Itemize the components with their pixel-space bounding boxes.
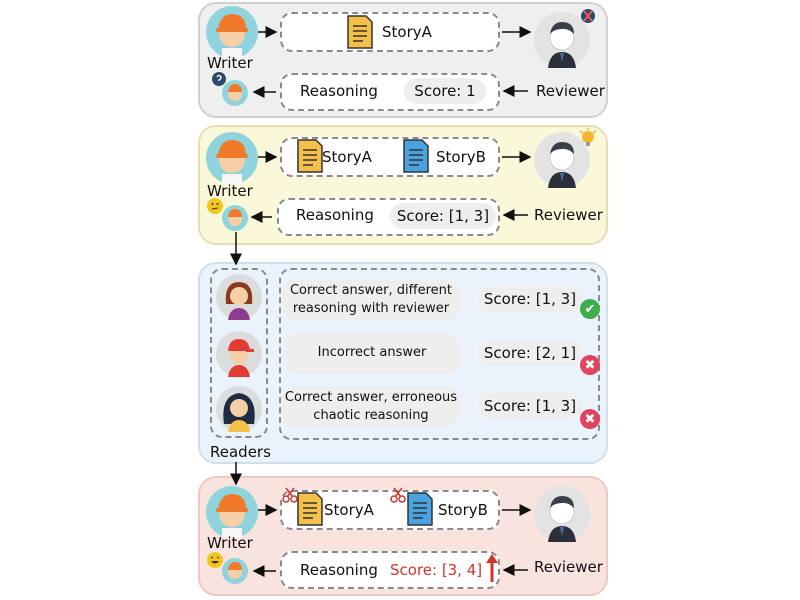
writer-avatar (206, 132, 258, 184)
reader-avatar (216, 331, 262, 377)
score-text-highlight: Score: [3, 4] (390, 561, 483, 579)
document-icon (407, 492, 433, 526)
reader-avatar (216, 274, 262, 320)
writer-avatar (206, 6, 258, 58)
writer-avatar (206, 486, 258, 538)
up-arrow-icon (486, 554, 498, 563)
document-icon (297, 139, 323, 173)
reader-avatar (216, 386, 262, 432)
document-icon (347, 15, 373, 49)
document-icon (403, 139, 429, 173)
connector-arrows (230, 26, 532, 582)
story-a-label: StoryA (322, 148, 372, 166)
readers-label: Readers (210, 443, 271, 461)
writer-label: Writer (207, 54, 253, 72)
scissors-icon (282, 487, 298, 503)
story-b-label: StoryB (438, 501, 488, 519)
question-bubble-icon (212, 72, 226, 86)
reviewer-avatar (534, 486, 590, 542)
writer-label: Writer (207, 182, 253, 200)
reviewer-label: Reviewer (536, 82, 605, 100)
reviewer-label: Reviewer (534, 558, 603, 576)
reasoning-label: Reasoning (296, 206, 374, 224)
thinking-emoji-icon (207, 198, 223, 214)
story-a-label: StoryA (382, 23, 432, 41)
lightbulb-icon (579, 128, 597, 146)
scissors-icon (390, 487, 406, 503)
reasoning-label: Reasoning (300, 82, 378, 100)
story-a-label: StoryA (324, 501, 374, 519)
writer-small-avatar (222, 205, 248, 231)
reviewer-label: Reviewer (534, 206, 603, 224)
confused-icon (581, 9, 595, 23)
writer-label: Writer (207, 534, 253, 552)
story-b-label: StoryB (436, 148, 486, 166)
reasoning-label: Reasoning (300, 561, 378, 579)
laughing-emoji-icon (207, 552, 223, 568)
document-icon (297, 492, 323, 526)
writer-small-avatar (222, 558, 248, 584)
